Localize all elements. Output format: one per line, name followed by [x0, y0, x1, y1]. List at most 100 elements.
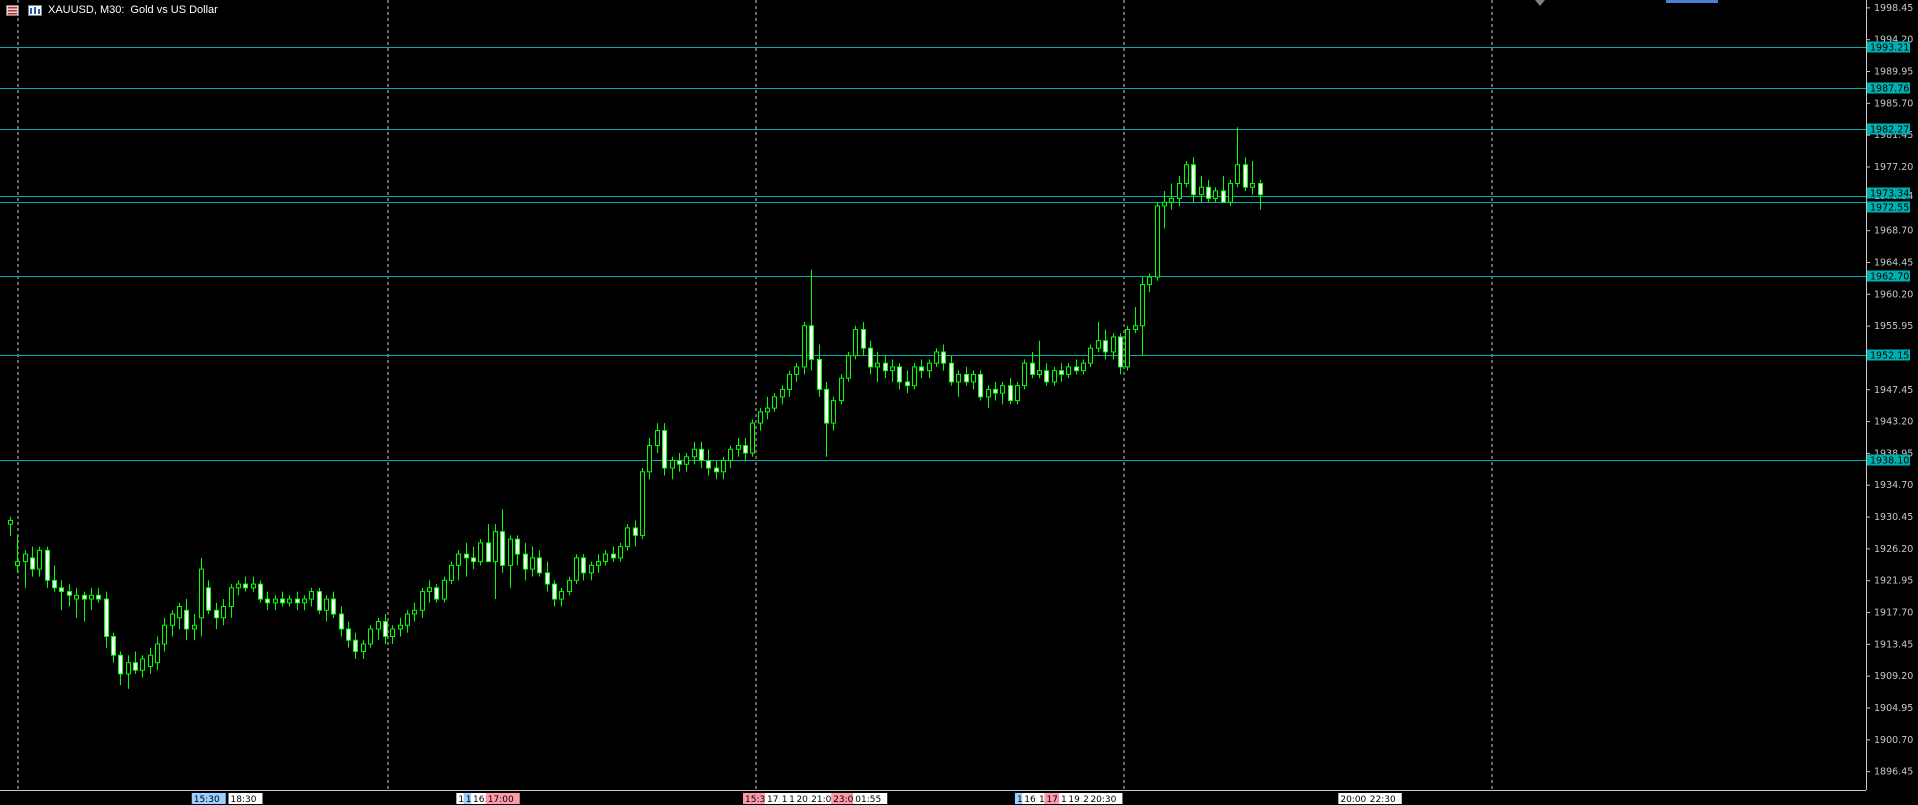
candle-body — [625, 527, 630, 548]
candle-body — [1081, 362, 1086, 372]
price-tick-label: 1934.70 — [1874, 480, 1913, 491]
candle-body — [405, 613, 410, 626]
time-label: 19: — [1068, 795, 1082, 805]
window-menu-icon[interactable] — [6, 5, 19, 16]
candle-body — [618, 546, 623, 559]
candle-body — [530, 557, 535, 570]
candle-body — [464, 553, 469, 559]
time-label: 1 — [466, 795, 472, 805]
candle-body — [692, 448, 697, 458]
symbol-description: Gold vs US Dollar — [130, 4, 218, 16]
candle-body — [420, 591, 425, 611]
candle-body — [912, 366, 917, 387]
candle-body — [37, 549, 42, 570]
candle-body — [941, 351, 946, 364]
candle-body — [1118, 336, 1123, 368]
candle-body — [1147, 276, 1152, 286]
candle-body — [508, 538, 513, 566]
candle-body — [339, 613, 344, 630]
candle-body — [1177, 182, 1182, 199]
candle-body — [1184, 164, 1189, 184]
candle-body — [684, 456, 689, 465]
price-tick-label: 1998.45 — [1874, 3, 1913, 14]
candle-body — [552, 583, 557, 600]
candle-body — [15, 561, 20, 566]
candle-body — [1000, 385, 1005, 394]
candle-body — [486, 542, 491, 563]
candle-body — [868, 347, 873, 368]
candle-body — [236, 583, 241, 589]
candle-body — [23, 553, 28, 563]
candle-body — [148, 654, 153, 667]
candle-body — [633, 527, 638, 536]
candle-body — [978, 373, 983, 398]
candle-body — [853, 328, 858, 357]
candle-body — [1059, 370, 1064, 375]
candle-body — [765, 407, 770, 413]
candle-body — [434, 587, 439, 600]
level-label: 1962.70 — [1870, 272, 1909, 283]
time-label: 17:00 — [488, 795, 514, 805]
candle-body — [1221, 190, 1226, 203]
candle-body — [331, 598, 336, 615]
candle-body — [927, 362, 932, 372]
candle-body — [1199, 186, 1204, 196]
candle-body — [736, 445, 741, 450]
candle-body — [905, 381, 910, 387]
time-label: 20:30 — [1090, 795, 1116, 805]
candle-body — [456, 553, 461, 566]
candle-body — [1015, 385, 1020, 402]
price-tick-label: 1896.45 — [1874, 767, 1913, 778]
candle-body — [559, 591, 564, 600]
chart-type-icon[interactable] — [28, 5, 42, 16]
candle-body — [295, 598, 300, 604]
candle-body — [794, 366, 799, 375]
candle-body — [52, 579, 57, 589]
candle-body — [471, 557, 476, 563]
candle-body — [1066, 366, 1071, 375]
price-tick-label: 1977.20 — [1874, 162, 1913, 173]
candle-body — [398, 624, 403, 630]
candle-body — [787, 373, 792, 390]
candle-body — [67, 591, 72, 596]
candle-body — [537, 557, 542, 574]
candle-body — [1008, 385, 1013, 402]
candle-body — [8, 519, 13, 525]
candle-body — [427, 587, 432, 593]
candle-body — [104, 598, 109, 637]
candle-body — [743, 445, 748, 454]
candle-body — [1155, 205, 1160, 278]
candle-body — [758, 411, 763, 424]
candle-body — [1022, 362, 1027, 387]
candle-body — [647, 445, 652, 473]
candle-body — [1030, 362, 1035, 375]
candle-body — [515, 538, 520, 555]
candle-body — [1088, 347, 1093, 364]
candle-body — [280, 598, 285, 604]
level-label: 1982.27 — [1870, 125, 1909, 136]
candle-body — [317, 591, 322, 611]
candle-body — [59, 587, 64, 593]
candle-body — [897, 366, 902, 383]
candle-body — [772, 396, 777, 409]
price-tick-label: 1917.70 — [1874, 608, 1913, 619]
price-tick-label: 1913.45 — [1874, 639, 1913, 650]
candle-body — [1243, 164, 1248, 188]
candle-body — [780, 388, 785, 398]
price-chart[interactable]: 1998.451994.201989.951985.701981.451977.… — [0, 0, 1918, 805]
candle-body — [140, 658, 145, 671]
candle-body — [251, 583, 256, 589]
level-label: 1938.10 — [1870, 456, 1909, 467]
time-label: 01:55 — [855, 795, 881, 805]
candle-body — [361, 643, 366, 652]
price-tick-label: 1985.70 — [1874, 98, 1913, 109]
candle-body — [74, 594, 79, 600]
candle-body — [214, 609, 219, 619]
price-tick-label: 1930.45 — [1874, 512, 1913, 523]
candle-body — [596, 561, 601, 566]
candle-body — [82, 594, 87, 600]
time-label: 15:30 — [194, 795, 220, 805]
candle-body — [383, 621, 388, 637]
candle-body — [1162, 201, 1167, 207]
candle-body — [1111, 336, 1116, 353]
